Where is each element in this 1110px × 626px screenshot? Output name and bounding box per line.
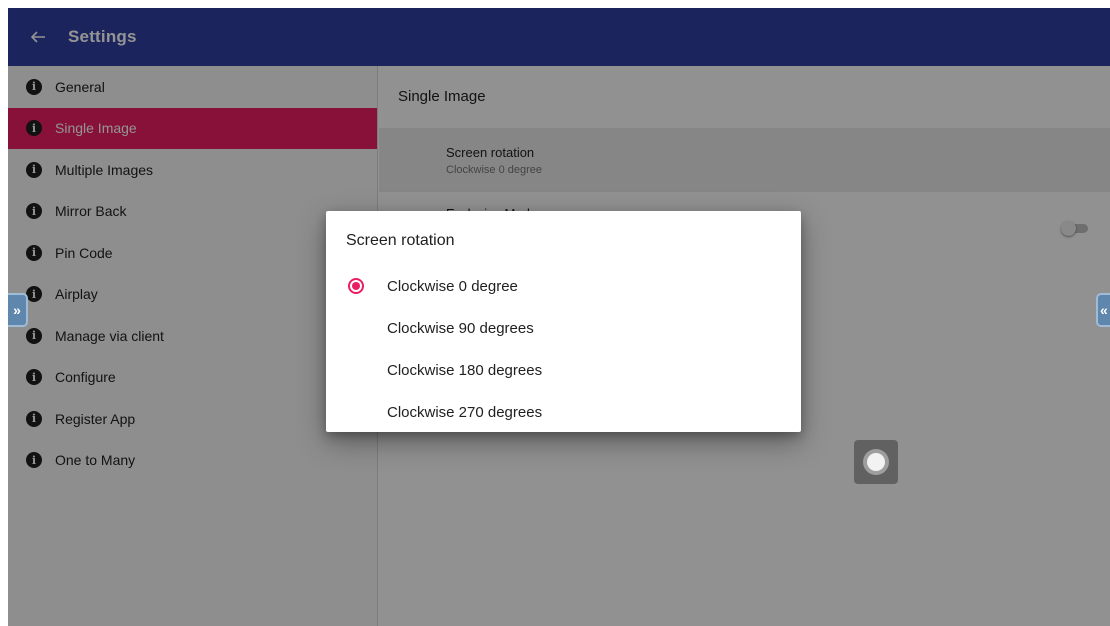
rotation-option-270[interactable]: Clockwise 270 degrees	[326, 391, 801, 433]
option-label: Clockwise 270 degrees	[387, 403, 543, 421]
floating-assist-button-icon	[863, 449, 889, 475]
screen-rotation-dialog: Screen rotation Clockwise 0 degree Clock…	[326, 211, 801, 432]
right-edge-handle[interactable]: «	[1096, 293, 1110, 327]
assist-button-core	[867, 453, 885, 471]
double-chevron-left-icon: «	[1100, 302, 1108, 318]
radio-dot	[352, 282, 360, 290]
rotation-option-180[interactable]: Clockwise 180 degrees	[326, 349, 801, 391]
radio-selected-icon[interactable]	[348, 278, 364, 294]
settings-screen: Settings i General i Single Image i Mult…	[8, 8, 1110, 626]
dialog-title: Screen rotation	[346, 232, 455, 249]
option-label: Clockwise 0 degree	[387, 277, 518, 295]
rotation-option-0[interactable]: Clockwise 0 degree	[326, 265, 801, 307]
floating-assist-button[interactable]	[854, 440, 898, 484]
option-label: Clockwise 180 degrees	[387, 361, 543, 379]
rotation-option-90[interactable]: Clockwise 90 degrees	[326, 307, 801, 349]
option-label: Clockwise 90 degrees	[387, 319, 534, 337]
double-chevron-right-icon: »	[13, 302, 21, 318]
left-edge-handle[interactable]: »	[8, 293, 28, 327]
